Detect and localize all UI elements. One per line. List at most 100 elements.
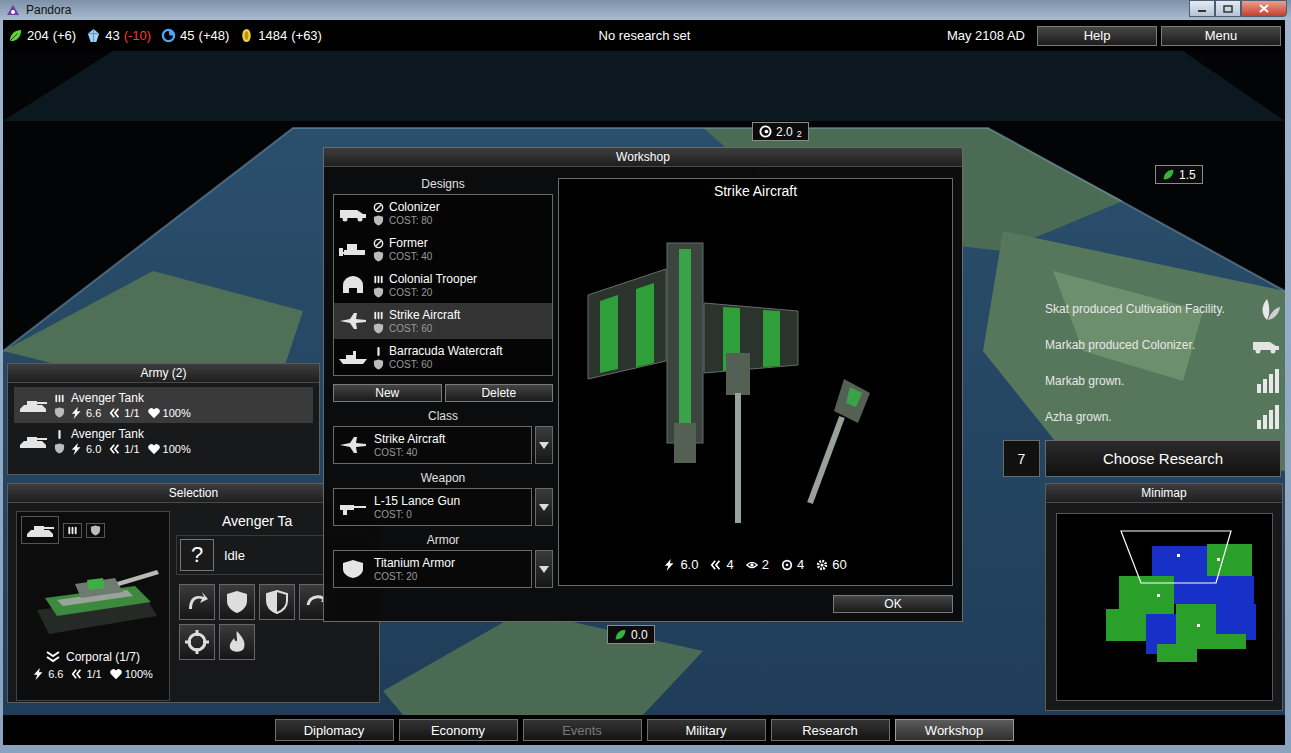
panel-title: Army (2) [8,364,319,383]
component-dropdown[interactable]: Strike AircraftCOST: 40 [333,426,553,464]
chevrons-icon [109,407,121,419]
component-dropdown[interactable]: Titanium ArmorCOST: 20 [333,550,553,588]
resource-value: 1484 [258,28,287,43]
resource-value: 45 [180,28,194,43]
fortify-button[interactable] [219,584,255,620]
main-tab: Events [523,719,642,741]
minimap[interactable] [1057,514,1272,700]
growth-bars-icon [1255,368,1281,394]
design-cost: COST: 80 [389,215,432,226]
status-text: Idle [224,548,245,563]
gun-icon [338,497,368,517]
city-yield-badge[interactable]: 2.02 [752,122,809,141]
resource: 204 (+6) [8,28,76,43]
event-item[interactable]: Skat produced Cultivation Facility. [1045,291,1281,327]
event-item[interactable]: Azha grown. [1045,399,1281,435]
heart-icon [110,668,122,680]
shield-icon [224,589,250,615]
menu-button[interactable]: Menu [1161,26,1281,46]
field-value: Strike Aircraft [374,432,445,446]
maximize-button[interactable] [1215,0,1241,17]
armor-icon [338,559,368,579]
chevrons-icon [109,443,121,455]
shield-icon [54,407,65,418]
patrol-button[interactable] [179,624,215,660]
window-title: Pandora [26,3,71,17]
main-tab[interactable]: Workshop [895,719,1014,741]
triple-bullet-icon [373,274,384,285]
design-item[interactable]: Colonial TrooperCOST: 20 [334,267,552,303]
resource-delta: (+48) [199,28,230,43]
unit-portrait: Corporal (1/7)6.61/1100% [16,511,170,701]
workshop-button[interactable]: Delete [445,384,554,402]
resource: 43(-10) [86,28,151,43]
dropdown-arrow[interactable] [535,488,553,526]
design-list: ColonizerCOST: 80FormerCOST: 40Colonial … [333,194,553,376]
dropdown-arrow[interactable] [535,426,553,464]
resource-delta: (+63) [291,28,322,43]
status-button[interactable]: ? [180,539,214,571]
event-text: Markab grown. [1045,374,1124,388]
main-tab[interactable]: Military [647,719,766,741]
credits-coin-icon [239,28,254,43]
app-icon [6,3,20,17]
down-arrow-icon [539,566,549,573]
city-yield-badge[interactable]: 0.0 [607,625,655,644]
colonizer-icon [1251,335,1281,355]
trooper-icon [338,275,368,295]
move-order-button[interactable] [179,584,215,620]
research-queue-count[interactable]: 7 [1003,440,1040,477]
leaf-icon [8,28,23,43]
design-cost: COST: 60 [389,323,432,334]
menu-button[interactable]: Help [1037,26,1157,46]
lightning-icon [71,443,83,455]
no-weapon-icon [373,238,384,249]
army-unit-row[interactable]: Avenger Tank6.01/1100% [14,423,313,459]
resource-value: 204 [27,28,49,43]
city-yield-badge[interactable]: 1.5 [1155,165,1203,184]
event-item[interactable]: Markab grown. [1045,363,1281,399]
down-arrow-icon [539,442,549,449]
field-cost: COST: 20 [374,571,455,582]
pillage-button[interactable] [219,624,255,660]
research-status: No research set [599,28,691,43]
field-value: Titanium Armor [374,556,455,570]
tank-icon [25,520,55,540]
minimize-button[interactable] [1189,0,1215,17]
design-item[interactable]: Strike AircraftCOST: 60 [334,303,552,339]
leaves-icon [1255,296,1281,322]
component-dropdown[interactable]: L-15 Lance GunCOST: 0 [333,488,553,526]
dropdown-arrow[interactable] [535,550,553,588]
field-label: Armor [333,531,553,550]
shield-icon [373,287,384,298]
event-item[interactable]: Markab produced Colonizer. [1045,327,1281,363]
design-stat: 60 [816,557,846,572]
main-tab[interactable]: Diplomacy [275,719,394,741]
game-map[interactable]: 2.02 1.5 0.0 Skat produced Cultivation Faci… [3,51,1285,715]
army-unit-row[interactable]: Avenger Tank6.61/1100% [14,387,313,423]
choose-research-button[interactable]: Choose Research [1045,440,1281,477]
design-item[interactable]: Barracuda WatercraftCOST: 60 [334,339,552,375]
resource-delta: (+6) [53,28,76,43]
workshop-window: WorkshopDesignsColonizerCOST: 80FormerCO… [323,147,963,622]
main-tab[interactable]: Economy [399,719,518,741]
triple-bullet-icon [54,393,65,404]
close-button[interactable] [1241,0,1287,17]
unit-stat: 100% [148,443,191,455]
maximize-icon [1223,5,1233,13]
badge-value: 2.0 [776,125,793,139]
growth-bars-icon [1255,404,1281,430]
unit-stat: 1/1 [109,443,139,455]
design-item[interactable]: FormerCOST: 40 [334,231,552,267]
turn-arrow-icon [184,589,210,615]
watercraft-icon [338,347,368,367]
workshop-button[interactable]: New [333,384,442,402]
design-item[interactable]: ColonizerCOST: 80 [334,195,552,231]
guard-button[interactable] [259,584,295,620]
shield-icon [54,443,65,454]
game-viewport: 204 (+6) 43(-10) 45 (+48) 1484 (+63) No researc… [3,20,1285,745]
target-icon [781,559,793,571]
main-tab[interactable]: Research [771,719,890,741]
ok-button[interactable]: OK [833,595,953,613]
resource: 45 (+48) [161,28,229,43]
